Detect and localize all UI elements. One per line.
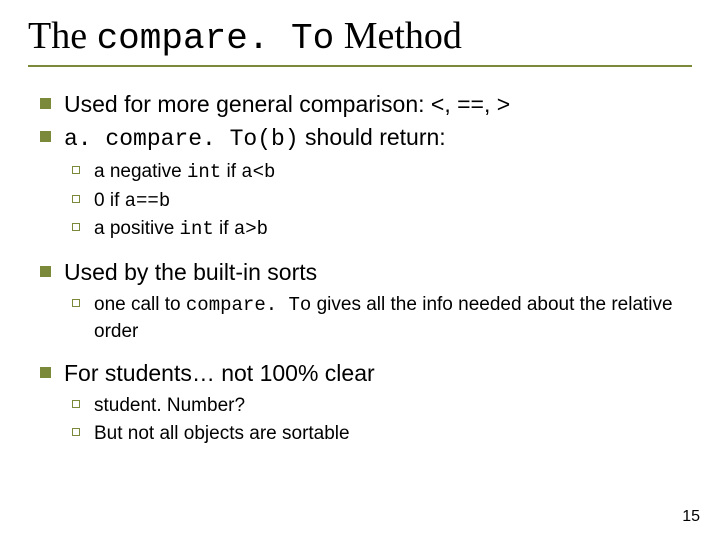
- square-bullet-icon: [40, 266, 51, 277]
- list-item: Used by the built-in sorts one call to co…: [34, 257, 692, 344]
- square-outline-bullet-icon: [72, 299, 80, 307]
- square-bullet-icon: [40, 367, 51, 378]
- text-seg: But not all objects are sortable: [94, 423, 350, 444]
- text-seg: one call to: [94, 294, 186, 315]
- text-seg: a. compare. To(b): [64, 126, 299, 152]
- sub-list: a negative int if a<b 0 if a==b a positive…: [64, 159, 692, 243]
- list-item: a. compare. To(b) should return: a negati…: [34, 122, 692, 243]
- text-seg: For students… not 100% clear: [64, 360, 375, 386]
- list-item-text: Used by the built-in sorts: [64, 259, 317, 285]
- slide-body: Used for more general comparison: <, ==,…: [28, 89, 692, 447]
- text-seg: a positive: [94, 218, 180, 239]
- sub-list-item-text: one call to compare. To gives all the in…: [94, 294, 673, 342]
- sub-list: one call to compare. To gives all the in…: [64, 292, 692, 344]
- text-seg: Used by the built-in sorts: [64, 259, 317, 285]
- slide: The compare. To Method Used for more gen…: [0, 0, 720, 540]
- square-outline-bullet-icon: [72, 195, 80, 203]
- text-seg: a negative: [94, 161, 187, 182]
- text-seg: a>b: [234, 218, 268, 240]
- title-underline: [28, 65, 692, 67]
- slide-title: The compare. To Method: [28, 14, 692, 59]
- text-seg: if: [214, 218, 234, 239]
- sub-list-item-text: student. Number?: [94, 395, 245, 416]
- text-seg: int: [187, 161, 221, 183]
- list-item: For students… not 100% clear student. Num…: [34, 358, 692, 446]
- sub-list-item: student. Number?: [64, 393, 692, 419]
- bullet-list: Used for more general comparison: <, ==,…: [34, 89, 692, 447]
- sub-list-item: 0 if a==b: [64, 188, 692, 215]
- sub-list-item: But not all objects are sortable: [64, 421, 692, 447]
- square-outline-bullet-icon: [72, 166, 80, 174]
- sub-list-item: one call to compare. To gives all the in…: [64, 292, 692, 344]
- text-seg: 0 if: [94, 190, 125, 211]
- sub-list-item-text: But not all objects are sortable: [94, 423, 350, 444]
- sub-list-item: a positive int if a>b: [64, 216, 692, 243]
- title-post: Method: [334, 15, 462, 57]
- sub-list-item-text: a negative int if a<b: [94, 161, 275, 182]
- text-seg: should return:: [299, 124, 446, 150]
- text-seg: a<b: [241, 161, 275, 183]
- list-item-text: For students… not 100% clear: [64, 360, 375, 386]
- list-item: Used for more general comparison: <, ==,…: [34, 89, 692, 120]
- square-bullet-icon: [40, 131, 51, 142]
- list-item-text: a. compare. To(b) should return:: [64, 124, 446, 150]
- sub-list: student. Number? But not all objects are …: [64, 393, 692, 446]
- text-seg: a==b: [125, 190, 171, 212]
- title-pre: The: [28, 15, 97, 57]
- text-seg: Used for more general comparison: <, ==,…: [64, 91, 510, 117]
- title-mono: compare. To: [97, 18, 335, 59]
- text-seg: if: [221, 161, 241, 182]
- square-outline-bullet-icon: [72, 223, 80, 231]
- text-seg: student. Number?: [94, 395, 245, 416]
- sub-list-item-text: a positive int if a>b: [94, 218, 268, 239]
- square-outline-bullet-icon: [72, 428, 80, 436]
- sub-list-item-text: 0 if a==b: [94, 190, 170, 211]
- sub-list-item: a negative int if a<b: [64, 159, 692, 186]
- text-seg: compare. To: [186, 294, 311, 316]
- square-outline-bullet-icon: [72, 400, 80, 408]
- page-number: 15: [682, 508, 700, 526]
- square-bullet-icon: [40, 98, 51, 109]
- text-seg: int: [180, 218, 214, 240]
- list-item-text: Used for more general comparison: <, ==,…: [64, 91, 510, 117]
